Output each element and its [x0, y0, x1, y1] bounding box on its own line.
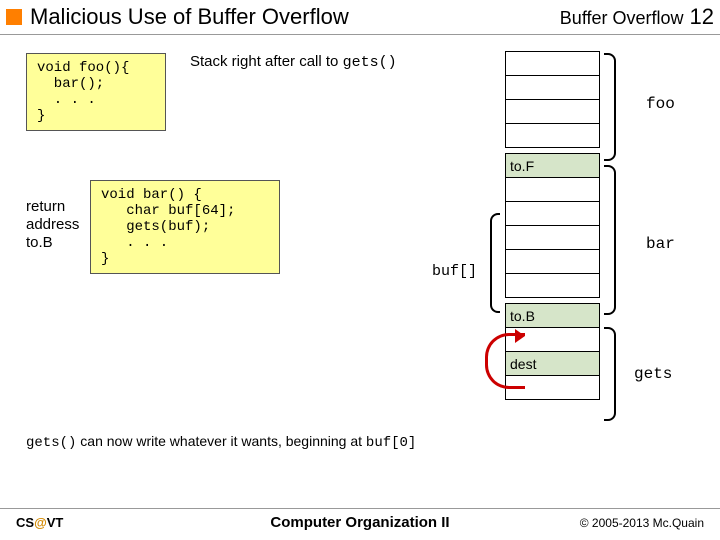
stack-cell: [506, 250, 600, 274]
stack-cell-toF: to.F: [506, 154, 600, 178]
header-bullet-icon: [6, 9, 22, 25]
brace-bar-label: bar: [646, 235, 675, 253]
stack-cell: [506, 52, 600, 76]
brace-bar-icon: [604, 165, 616, 315]
slide-content: void foo(){ bar(); . . . } Stack right a…: [0, 35, 720, 505]
brace-gets-icon: [604, 327, 616, 421]
code-foo: void foo(){ bar(); . . . }: [26, 53, 166, 131]
brace-gets-label: gets: [634, 365, 672, 383]
brace-buf-icon: [490, 213, 500, 313]
stack-cell: [506, 178, 600, 202]
footer-center: Computer Organization II: [270, 514, 449, 531]
stack-diagram: to.F to.B dest: [505, 51, 600, 400]
stack-cell-toB: to.B: [506, 304, 600, 328]
section-label: Buffer Overflow: [560, 8, 684, 29]
page-number: 12: [690, 4, 714, 30]
return-address-label: return address to.B: [26, 198, 79, 252]
buf-label: buf[]: [432, 263, 477, 280]
slide-header: Malicious Use of Buffer Overflow Buffer …: [0, 0, 720, 35]
stack-caption-fn: gets(): [343, 54, 397, 71]
stack-caption-text: Stack right after call to: [190, 53, 343, 70]
slide-title: Malicious Use of Buffer Overflow: [30, 4, 349, 30]
stack-caption: Stack right after call to gets(): [190, 53, 397, 71]
explain-text: gets() can now write whatever it wants, …: [26, 433, 416, 451]
stack-cell: [506, 274, 600, 298]
stack-cell: [506, 226, 600, 250]
explain-mid: can now write whatever it wants, beginni…: [76, 433, 366, 449]
explain-fn: gets(): [26, 435, 76, 451]
stack-cell-dest: dest: [506, 352, 600, 376]
header-right: Buffer Overflow 12: [560, 4, 714, 30]
stack-cell: [506, 76, 600, 100]
footer-left: CS@VT: [16, 515, 63, 530]
slide-footer: CS@VT Computer Organization II © 2005-20…: [0, 508, 720, 536]
stack-cell: [506, 202, 600, 226]
brace-foo-icon: [604, 53, 616, 161]
footer-copyright: © 2005-2013 Mc.Quain: [580, 516, 704, 530]
code-bar: void bar() { char buf[64]; gets(buf); . …: [90, 180, 280, 274]
footer-at: @: [34, 515, 47, 530]
stack-cell: [506, 100, 600, 124]
brace-foo-label: foo: [646, 95, 675, 113]
stack-cell: [506, 328, 600, 352]
footer-vt: VT: [47, 515, 64, 530]
footer-cs: CS: [16, 515, 34, 530]
stack-cell: [506, 124, 600, 148]
stack-cell: [506, 376, 600, 400]
explain-buf: buf[0]: [366, 435, 416, 451]
